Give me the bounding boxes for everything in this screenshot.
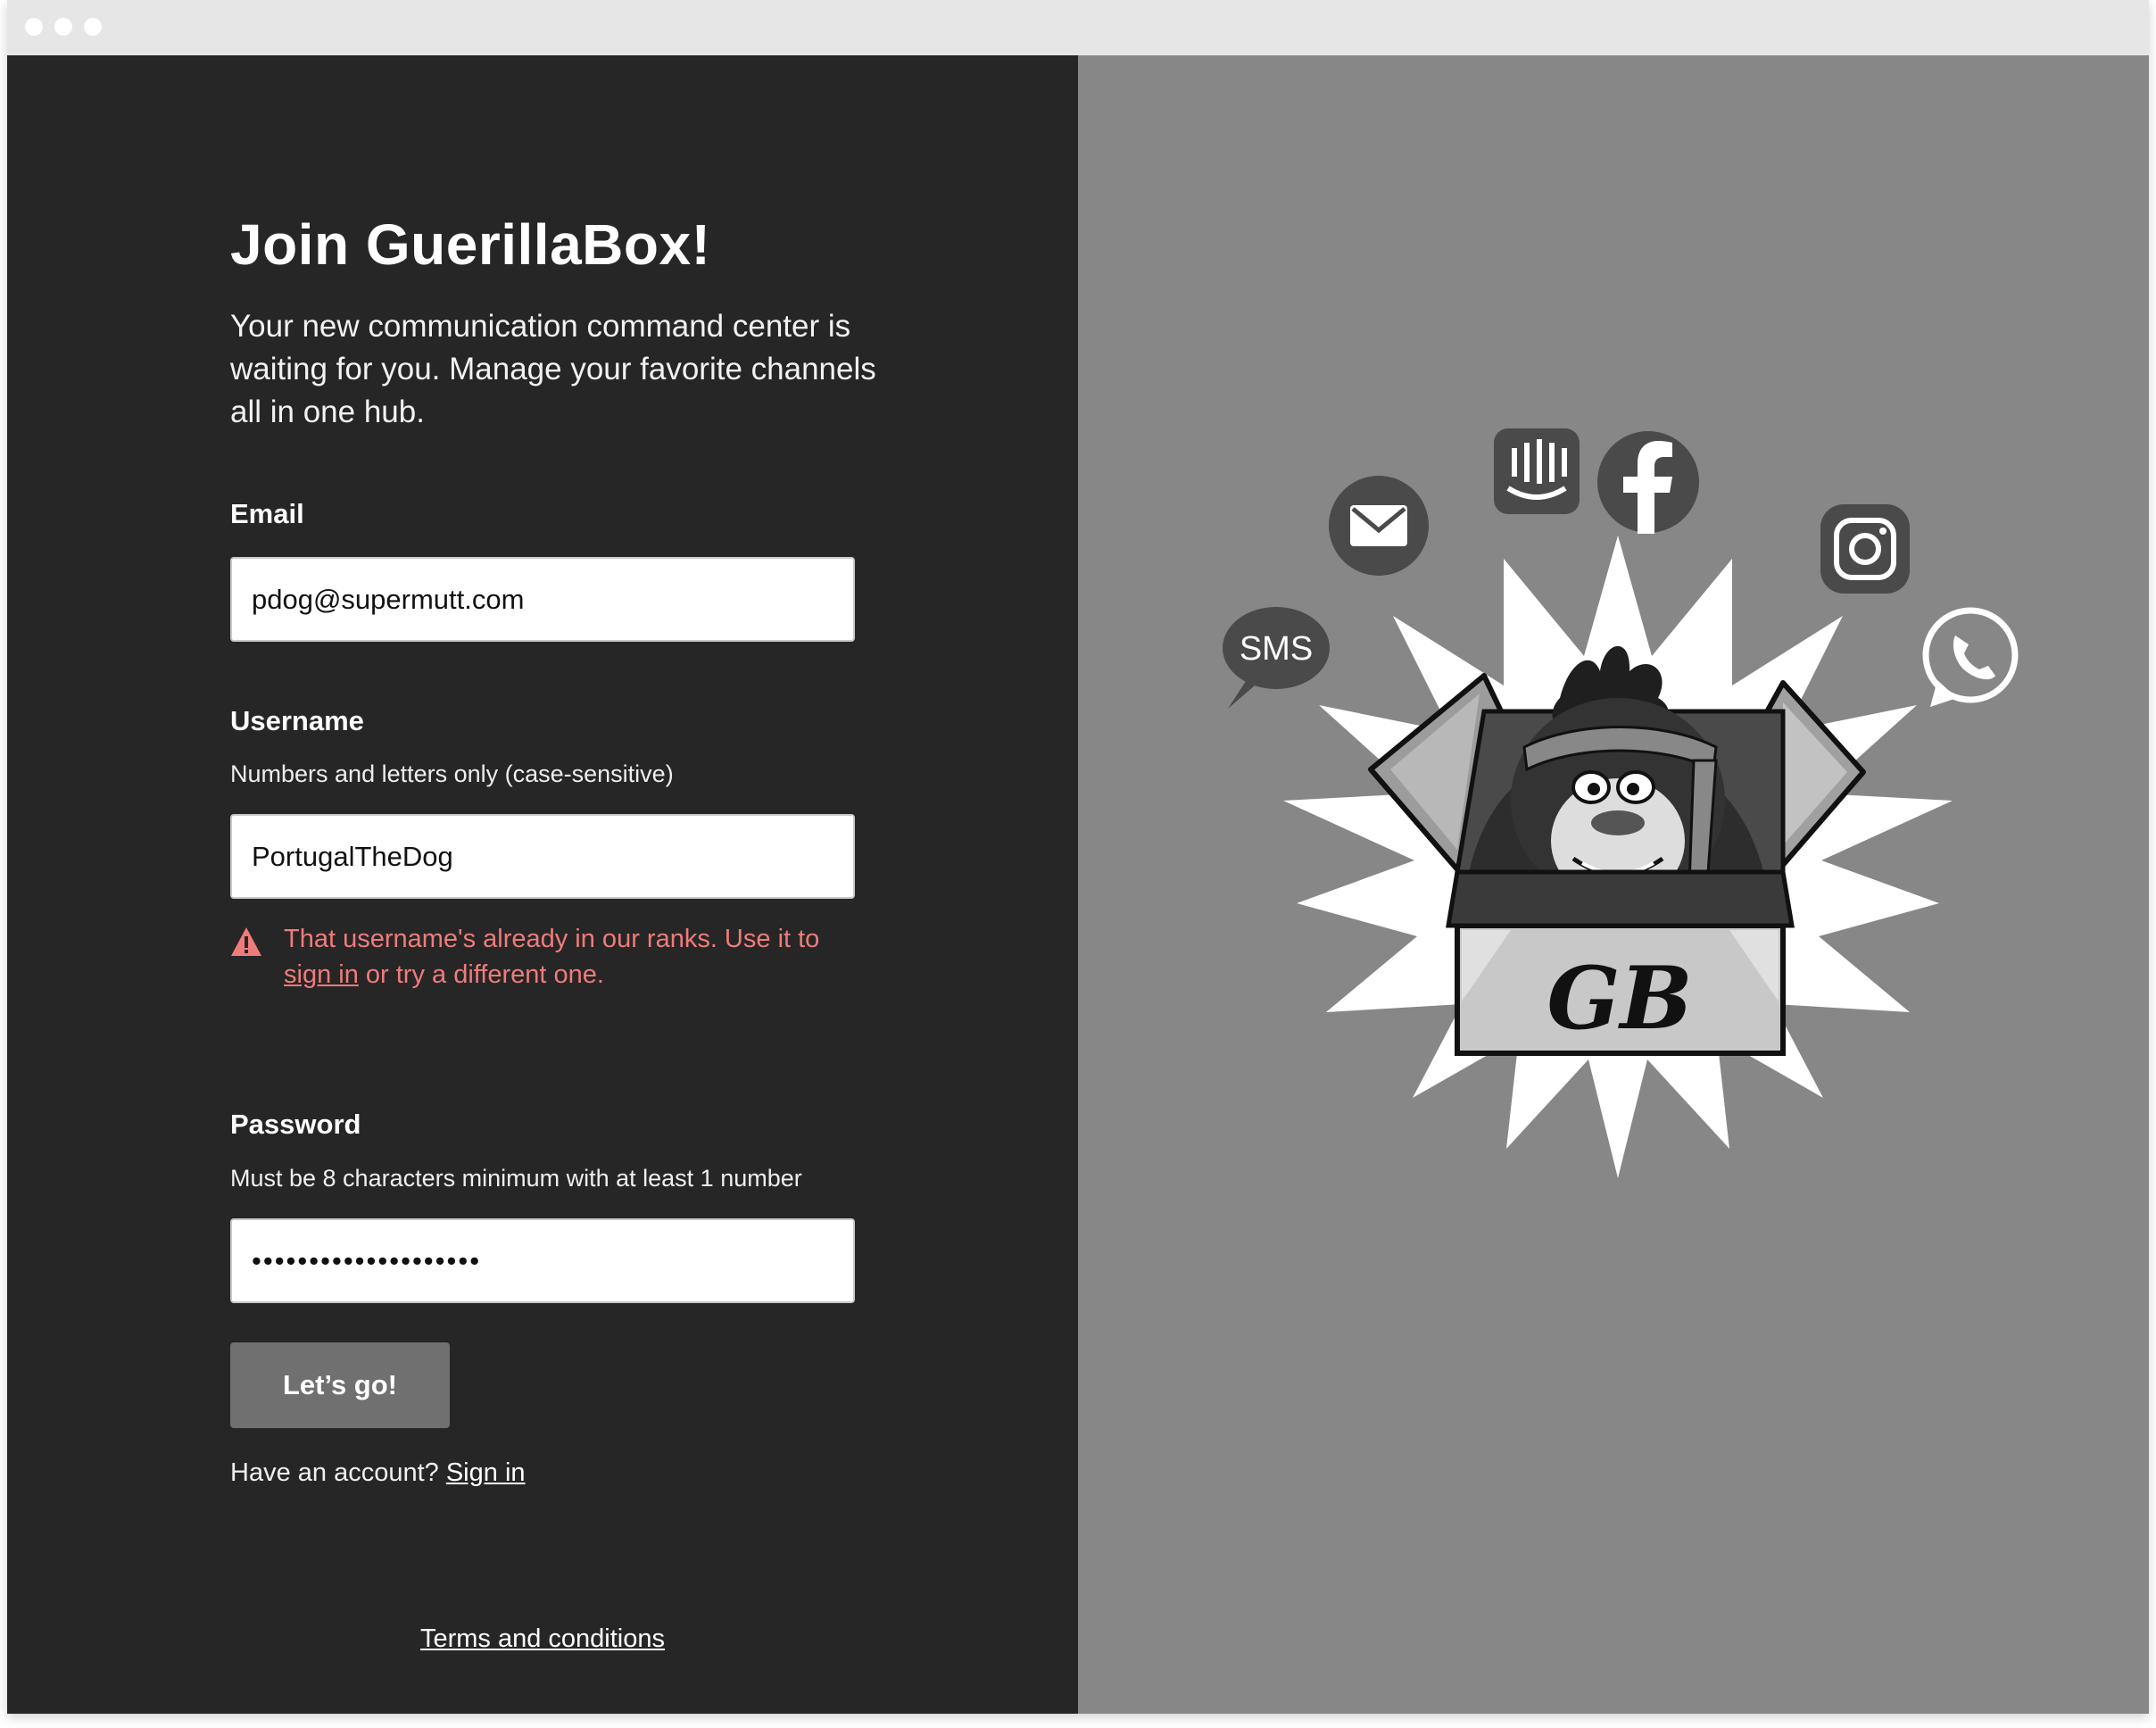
gorilla-nose: [1591, 810, 1645, 835]
mail-icon: [1329, 476, 1429, 576]
gorilla-right-pupil: [1627, 783, 1639, 795]
sms-icon: SMS: [1223, 607, 1330, 709]
logo-gb-text: GB: [1547, 948, 1692, 1049]
gorilla-left-pupil: [1588, 783, 1600, 795]
password-hint: Must be 8 characters minimum with at lea…: [230, 1165, 802, 1192]
email-label: Email: [230, 498, 304, 529]
whatsapp-icon: [1922, 607, 2019, 707]
error-text-end: or try a different one.: [365, 960, 604, 989]
guerillabox-illustration: GB SMS: [1223, 428, 2019, 1178]
intercom-icon: [1494, 428, 1580, 514]
sms-label: SMS: [1240, 630, 1313, 668]
box-rim: [1446, 869, 1795, 928]
username-error-message: That username's already in our ranks. Us…: [284, 921, 873, 993]
window-minimize-dot[interactable]: [54, 18, 72, 36]
terms-link[interactable]: Terms and conditions: [420, 1624, 665, 1653]
error-text-start: That username's already in our ranks. Us…: [284, 925, 820, 953]
page-title: Join GuerillaBox!: [230, 212, 711, 277]
signup-panel: Join GuerillaBox! Your new communication…: [7, 55, 1078, 1714]
account-prompt: Have an account? Sign in: [230, 1458, 526, 1488]
page-content: Join GuerillaBox! Your new communication…: [7, 55, 2149, 1714]
username-field[interactable]: [230, 814, 855, 899]
username-hint: Numbers and letters only (case-sensitive…: [230, 760, 674, 787]
instagram-icon: [1820, 504, 1910, 594]
error-signin-link[interactable]: sign in: [284, 960, 359, 989]
email-field[interactable]: [230, 557, 855, 642]
username-label: Username: [230, 705, 364, 736]
signin-link[interactable]: Sign in: [446, 1458, 526, 1487]
window-close-dot[interactable]: [25, 18, 43, 36]
illustration-panel: GB SMS: [1078, 55, 2149, 1714]
facebook-icon: [1597, 431, 1699, 534]
browser-window: Join GuerillaBox! Your new communication…: [7, 0, 2149, 1714]
window-maximize-dot[interactable]: [84, 18, 102, 36]
window-titlebar: [7, 0, 2149, 55]
page-subtitle: Your new communication command center is…: [230, 309, 876, 429]
terms-footer: Terms and conditions: [7, 1624, 1078, 1654]
account-prompt-text: Have an account?: [230, 1458, 439, 1487]
warning-icon: [231, 927, 261, 956]
password-label: Password: [230, 1109, 361, 1140]
password-field[interactable]: [230, 1218, 855, 1303]
lets-go-button[interactable]: Let’s go!: [230, 1342, 450, 1428]
